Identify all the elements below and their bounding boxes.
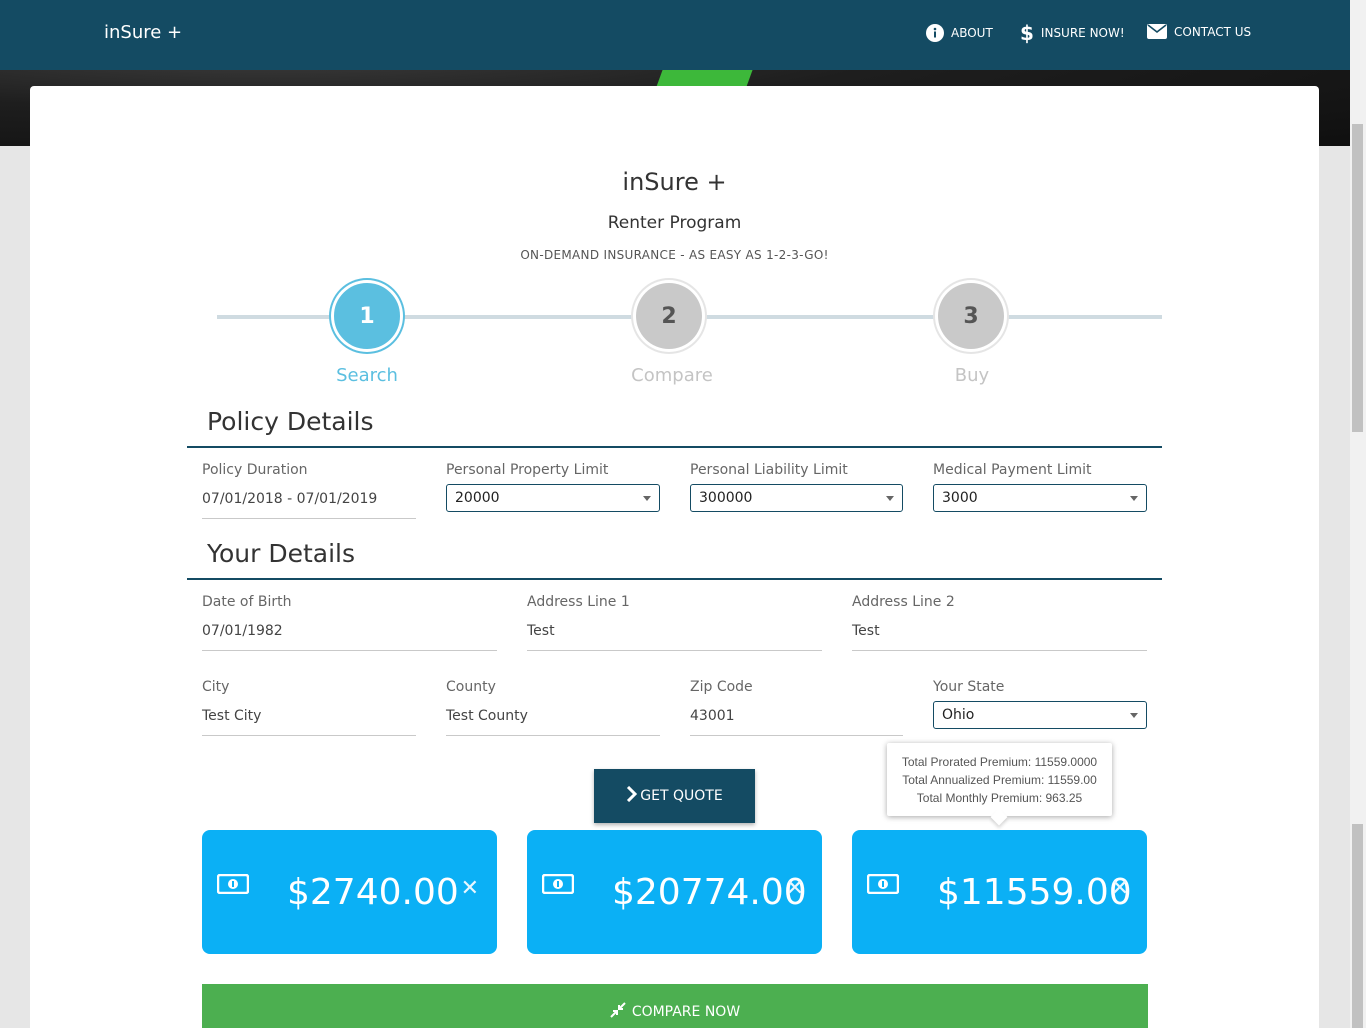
dob-label: Date of Birth: [202, 594, 292, 610]
dob-input[interactable]: 07/01/1982: [202, 619, 497, 651]
address1-label: Address Line 1: [527, 594, 630, 610]
nav-contact[interactable]: CONTACT US: [1147, 24, 1251, 39]
quote-card[interactable]: $20774.00 ✕: [527, 830, 822, 954]
zip-label: Zip Code: [690, 679, 753, 695]
nav-insure-now-label: INSURE NOW!: [1040, 26, 1125, 40]
quote-amount: $11559.00: [937, 872, 1132, 913]
chevron-down-icon: [886, 496, 894, 501]
state-label: Your State: [933, 679, 1005, 695]
chevron-down-icon: [643, 496, 651, 501]
close-icon[interactable]: ✕: [786, 876, 804, 901]
medical-limit-select[interactable]: 3000: [933, 484, 1147, 512]
premium-tooltip: Total Prorated Premium: 11559.0000 Total…: [887, 743, 1112, 816]
step-2-circle[interactable]: 2: [636, 283, 702, 349]
compare-now-button[interactable]: COMPARE NOW: [202, 984, 1148, 1028]
step-3-circle[interactable]: 3: [938, 283, 1004, 349]
money-bill-icon: [216, 873, 250, 898]
step-1-label[interactable]: Search: [307, 365, 427, 386]
tagline: ON-DEMAND INSURANCE - AS EASY AS 1-2-3-G…: [520, 248, 829, 262]
city-label: City: [202, 679, 230, 695]
address2-label: Address Line 2: [852, 594, 955, 610]
compare-now-label: COMPARE NOW: [631, 1003, 741, 1020]
info-icon: [926, 24, 944, 42]
main-card: inSure + Renter Program ON-DEMAND INSURA…: [30, 86, 1319, 1028]
policy-details-heading: Policy Details: [187, 407, 1162, 448]
brand-logo[interactable]: inSure +: [104, 22, 182, 43]
get-quote-label: GET QUOTE: [640, 788, 723, 804]
quote-card[interactable]: $11559.00 ✕: [852, 830, 1147, 954]
policy-duration-label: Policy Duration: [202, 462, 308, 478]
property-limit-label: Personal Property Limit: [446, 462, 609, 478]
close-icon[interactable]: ✕: [461, 876, 479, 901]
money-bill-icon: [866, 873, 900, 898]
zip-input[interactable]: 43001: [690, 704, 903, 736]
tooltip-annualized: Total Annualized Premium: 11559.00: [902, 773, 1097, 787]
quote-amount: $20774.00: [612, 872, 807, 913]
address1-input[interactable]: Test: [527, 619, 822, 651]
step-1-circle[interactable]: 1: [334, 283, 400, 349]
state-value: Ohio: [942, 707, 975, 723]
your-details-heading: Your Details: [187, 539, 1162, 580]
tooltip-monthly: Total Monthly Premium: 963.25: [916, 791, 1083, 805]
medical-limit-value: 3000: [942, 490, 978, 506]
scrollbar-thumb-lower[interactable]: [1352, 824, 1363, 1028]
nav-contact-label: CONTACT US: [1174, 24, 1252, 39]
scrollbar-thumb[interactable]: [1352, 124, 1363, 432]
money-bill-icon: [541, 873, 575, 898]
close-icon[interactable]: ✕: [1111, 876, 1129, 901]
nav-insure-now[interactable]: $ INSURE NOW!: [1020, 21, 1125, 45]
chevron-down-icon: [1130, 713, 1138, 718]
liability-limit-value: 300000: [699, 490, 753, 506]
get-quote-button[interactable]: GET QUOTE: [594, 769, 755, 823]
page-title: inSure +: [622, 168, 727, 196]
city-input[interactable]: Test City: [202, 704, 416, 736]
quote-card[interactable]: $2740.00 ✕: [202, 830, 497, 954]
state-select[interactable]: Ohio: [933, 701, 1147, 729]
nav-about-label: ABOUT: [951, 26, 993, 40]
liability-limit-select[interactable]: 300000: [690, 484, 903, 512]
chevron-right-icon: [626, 785, 638, 806]
program-title: Renter Program: [607, 213, 742, 233]
tooltip-prorated: Total Prorated Premium: 11559.0000: [901, 755, 1098, 769]
quote-amount: $2740.00: [287, 872, 459, 913]
chevron-down-icon: [1130, 496, 1138, 501]
nav-about[interactable]: ABOUT: [926, 24, 993, 42]
dollar-icon: $: [1020, 21, 1034, 45]
address2-input[interactable]: Test: [852, 619, 1147, 651]
property-limit-value: 20000: [455, 490, 500, 506]
step-3-label[interactable]: Buy: [912, 365, 1032, 386]
property-limit-select[interactable]: 20000: [446, 484, 660, 512]
policy-duration-input[interactable]: 07/01/2018 - 07/01/2019: [202, 487, 416, 519]
medical-limit-label: Medical Payment Limit: [933, 462, 1092, 478]
step-2-label[interactable]: Compare: [612, 365, 732, 386]
compress-arrows-icon: [610, 1001, 626, 1022]
county-input[interactable]: Test County: [446, 704, 660, 736]
envelope-icon: [1147, 24, 1167, 39]
navbar: inSure + ABOUT $ INSURE NOW! CONTACT US: [0, 0, 1350, 70]
county-label: County: [446, 679, 496, 695]
page-scrollbar[interactable]: [1350, 0, 1366, 1028]
liability-limit-label: Personal Liability Limit: [690, 462, 848, 478]
